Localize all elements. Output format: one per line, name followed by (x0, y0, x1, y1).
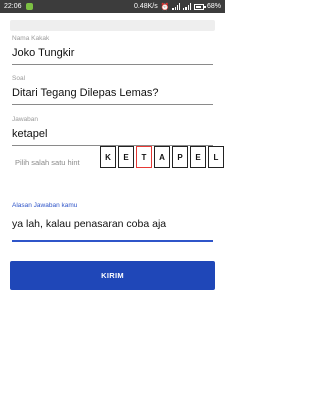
hint-tiles: K E T A P E L (100, 146, 224, 168)
status-time: 22:06 (4, 3, 22, 10)
network-speed: 0.48K/s (134, 3, 158, 10)
jawaban-input[interactable]: ketapel (12, 127, 213, 141)
hint-tile[interactable]: L (208, 146, 224, 168)
soal-underline (12, 104, 213, 105)
battery-icon (193, 3, 206, 10)
alasan-input[interactable]: ya lah, kalau penasaran coba aja (12, 217, 213, 231)
soal-field[interactable]: Soal Ditari Tegang Dilepas Lemas? (12, 75, 213, 105)
top-field-strip (10, 20, 215, 31)
signal-icon (172, 3, 181, 10)
status-bar: 22:06 0.48K/s ⏰ 68% (0, 0, 225, 13)
hint-tile[interactable]: E (190, 146, 206, 168)
signal-icon-2 (183, 3, 191, 10)
nama-field[interactable]: Nama Kakak Joko Tungkir (12, 35, 213, 65)
nama-input[interactable]: Joko Tungkir (12, 46, 213, 60)
battery-percent: 68% (206, 3, 221, 10)
status-indicators: 0.48K/s ⏰ 68% (134, 3, 221, 11)
notification-icon (25, 3, 33, 10)
hint-tile[interactable]: P (172, 146, 188, 168)
alasan-label: Alasan Jawaban kamu (12, 202, 78, 209)
jawaban-label: Jawaban (12, 116, 39, 123)
alasan-field[interactable]: Alasan Jawaban kamu ya lah, kalau penasa… (12, 202, 213, 242)
soal-label: Soal (12, 75, 26, 82)
nama-label: Nama Kakak (12, 35, 50, 42)
hint-tile[interactable]: K (100, 146, 116, 168)
kirim-button[interactable]: KIRIM (10, 261, 215, 290)
hint-tile[interactable]: E (118, 146, 134, 168)
hint-tile-selected[interactable]: T (136, 146, 152, 168)
nama-underline (12, 64, 213, 65)
jawaban-field[interactable]: Jawaban ketapel (12, 116, 213, 146)
alasan-underline (12, 240, 213, 242)
soal-input[interactable]: Ditari Tegang Dilepas Lemas? (12, 86, 213, 100)
hint-label: Pilih salah satu hint (15, 158, 80, 167)
alarm-icon: ⏰ (160, 3, 170, 11)
hint-tile[interactable]: A (154, 146, 170, 168)
